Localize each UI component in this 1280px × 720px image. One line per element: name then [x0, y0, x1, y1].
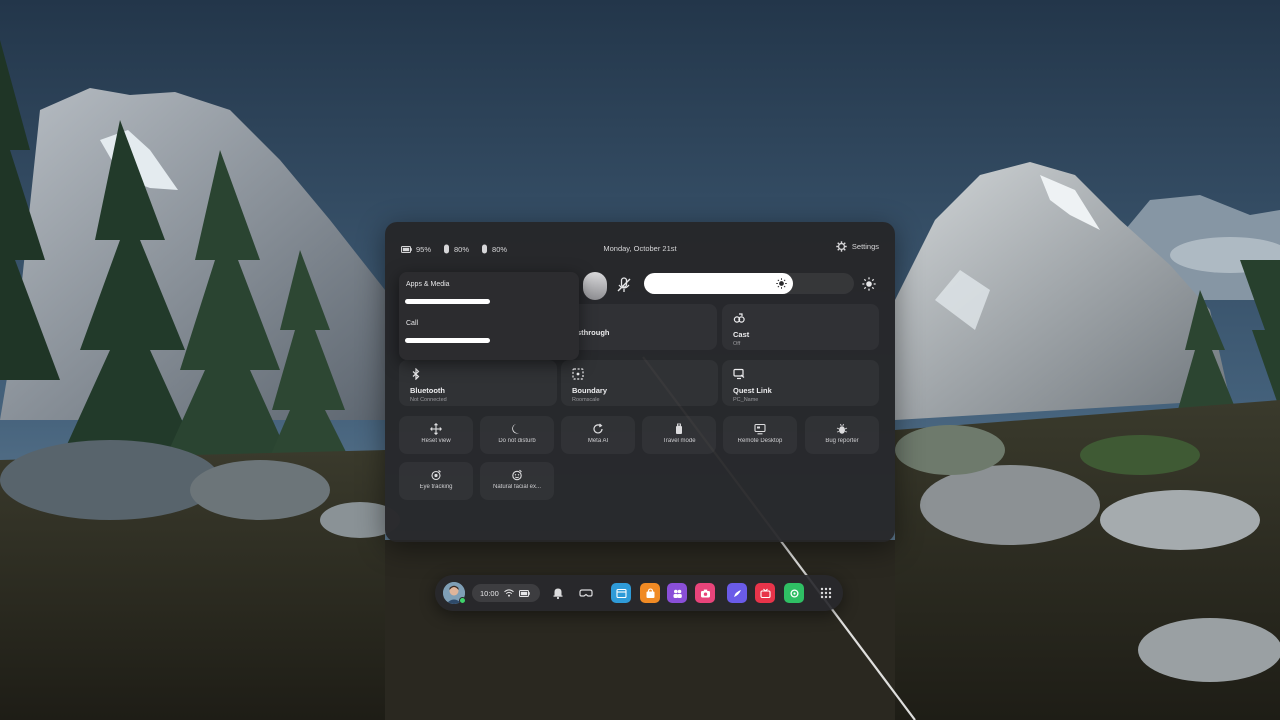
quest-link-icon — [733, 368, 745, 380]
meta-ai-label: Meta AI — [587, 438, 609, 444]
call-volume-slider[interactable] — [405, 338, 490, 343]
volume-slider-knob[interactable] — [583, 272, 607, 300]
cast-icon — [733, 313, 745, 323]
apps-media-label: Apps & Media — [406, 281, 450, 288]
boundary-icon — [572, 368, 584, 380]
camera-app[interactable] — [695, 583, 715, 603]
natural-facial-expressions-tile[interactable]: Natural facial ex... — [480, 462, 554, 500]
eye-tracking-tile[interactable]: Eye tracking — [399, 462, 473, 500]
bug-reporter-tile[interactable]: Bug reporter — [805, 416, 879, 454]
brightness-slider-fill — [644, 273, 793, 294]
dock-status-pill[interactable]: 10:00 — [472, 584, 540, 602]
headset-icon[interactable] — [578, 585, 594, 601]
refresh-icon — [593, 423, 603, 434]
travel-mode-tile[interactable]: Travel mode — [642, 416, 716, 454]
online-status-dot — [459, 597, 466, 604]
travel-mode-label: Travel mode — [662, 438, 696, 444]
settings-label: Settings — [851, 242, 879, 251]
camera-icon — [700, 589, 710, 597]
do-not-disturb-tile[interactable]: Do not disturb — [480, 416, 554, 454]
boundary-status: Roomscale — [572, 397, 600, 403]
people-icon — [673, 589, 682, 598]
apps-media-volume-slider[interactable] — [405, 299, 490, 304]
remote-desktop-tile[interactable]: Remote Desktop — [723, 416, 797, 454]
mic-muted-icon[interactable] — [614, 275, 634, 295]
reset-view-label: Reset view — [421, 438, 451, 444]
date-label: Monday, October 21st — [603, 244, 677, 253]
store-app[interactable] — [640, 583, 660, 603]
eye-tracking-label: Eye tracking — [419, 484, 453, 490]
bug-reporter-label: Bug reporter — [825, 438, 859, 444]
bluetooth-status: Not Connected — [410, 397, 447, 403]
eye-icon — [431, 470, 441, 481]
bug-icon — [836, 423, 848, 434]
wifi-icon — [503, 589, 514, 597]
cast-label: Cast — [733, 330, 750, 339]
gear-icon — [789, 588, 799, 598]
horizon-app[interactable] — [727, 583, 747, 603]
travel-icon — [676, 423, 682, 434]
sun-icon — [776, 278, 787, 289]
natural-facial-expressions-label: Natural facial ex... — [492, 484, 542, 490]
gear-icon — [836, 241, 847, 252]
meta-ai-tile[interactable]: Meta AI — [561, 416, 635, 454]
settings-app[interactable] — [784, 583, 804, 603]
quest-link-label: Quest Link — [733, 386, 772, 395]
browser-icon — [615, 588, 627, 598]
horizon-icon — [733, 589, 741, 597]
quick-settings-panel: 95% 80% 80% Monday, October 21st Setting… — [385, 222, 895, 542]
brightness-slider[interactable] — [644, 273, 854, 294]
cast-tile[interactable]: Cast Off — [722, 304, 879, 350]
remote-desktop-label: Remote Desktop — [737, 438, 783, 444]
battery-icon — [518, 589, 530, 597]
moon-icon — [512, 424, 520, 434]
volume-popup: Apps & Media Call — [399, 272, 579, 360]
tv-app[interactable] — [755, 583, 775, 603]
monitor-icon — [754, 423, 766, 435]
reset-view-tile[interactable]: Reset view — [399, 416, 473, 454]
cast-status: Off — [733, 341, 741, 347]
bluetooth-label: Bluetooth — [410, 386, 445, 395]
auto-brightness-icon[interactable] — [862, 277, 876, 291]
people-app[interactable] — [667, 583, 687, 603]
bluetooth-icon — [412, 368, 420, 380]
app-grid-icon[interactable] — [818, 585, 834, 601]
bluetooth-tile[interactable]: Bluetooth Not Connected — [399, 360, 557, 406]
move-icon — [430, 423, 442, 435]
boundary-label: Boundary — [572, 386, 608, 395]
browser-app[interactable] — [611, 583, 631, 603]
do-not-disturb-label: Do not disturb — [498, 438, 536, 444]
passthrough-label: sthrough — [577, 328, 610, 337]
bell-icon[interactable] — [550, 585, 566, 601]
face-icon — [512, 469, 522, 481]
tv-icon — [759, 588, 771, 598]
settings-button[interactable]: Settings — [836, 241, 879, 252]
boundary-tile[interactable]: Boundary Roomscale — [561, 360, 718, 406]
quest-link-status: PC_Name — [733, 397, 759, 403]
quest-link-tile[interactable]: Quest Link PC_Name — [722, 360, 879, 406]
shopping-bag-icon — [646, 587, 654, 598]
call-label: Call — [406, 320, 419, 327]
universal-menu-dock: 10:00 — [435, 575, 843, 611]
dock-time: 10:00 — [480, 588, 499, 598]
